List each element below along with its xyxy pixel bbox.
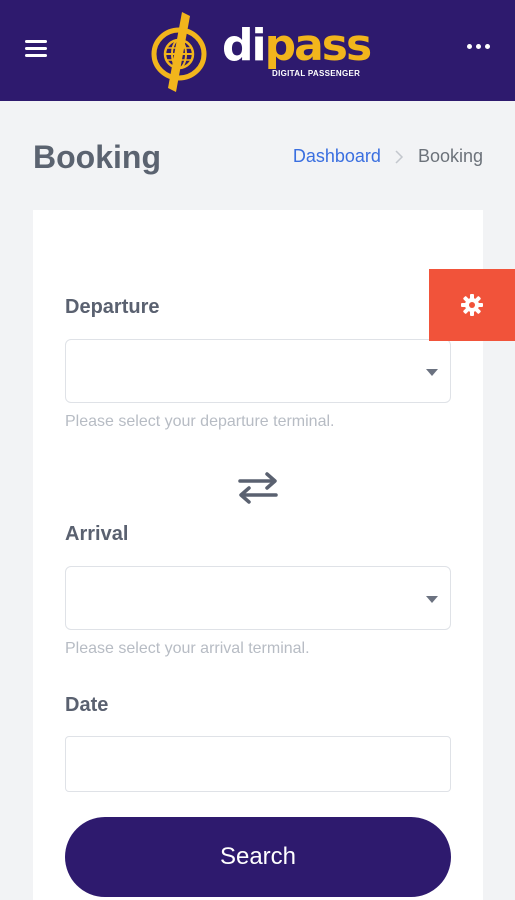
- arrival-select[interactable]: [65, 566, 451, 630]
- brand-di: di: [222, 20, 267, 71]
- date-label: Date: [65, 694, 109, 716]
- chevron-right-icon: [395, 149, 403, 164]
- arrival-label: Arrival: [65, 523, 129, 545]
- top-navbar: dipass DIGITAL PASSENGER: [0, 0, 515, 101]
- breadcrumb-dashboard-link[interactable]: Dashboard: [293, 146, 381, 167]
- swap-arrows-icon[interactable]: [236, 471, 280, 505]
- brand-wordmark: dipass: [222, 24, 372, 68]
- breadcrumb: Dashboard Booking: [293, 146, 483, 167]
- date-input[interactable]: [65, 736, 451, 792]
- departure-label: Departure: [65, 296, 160, 318]
- gear-icon: [461, 294, 483, 316]
- brand-logo[interactable]: dipass DIGITAL PASSENGER: [148, 10, 372, 94]
- globe-logo-icon: [151, 12, 207, 92]
- page-title: Booking: [33, 139, 161, 175]
- caret-down-icon: [426, 596, 438, 603]
- search-button[interactable]: Search: [65, 817, 451, 897]
- arrival-help-text: Please select your arrival terminal.: [65, 640, 310, 657]
- departure-help-text: Please select your departure terminal.: [65, 413, 335, 430]
- brand-tagline: DIGITAL PASSENGER: [272, 69, 361, 78]
- ellipsis-icon[interactable]: [467, 44, 490, 49]
- settings-tab[interactable]: [429, 269, 515, 341]
- caret-down-icon: [426, 369, 438, 376]
- breadcrumb-current: Booking: [417, 146, 483, 166]
- departure-select[interactable]: [65, 339, 451, 403]
- brand-pass: pass: [264, 20, 373, 71]
- hamburger-menu-icon[interactable]: [25, 40, 47, 58]
